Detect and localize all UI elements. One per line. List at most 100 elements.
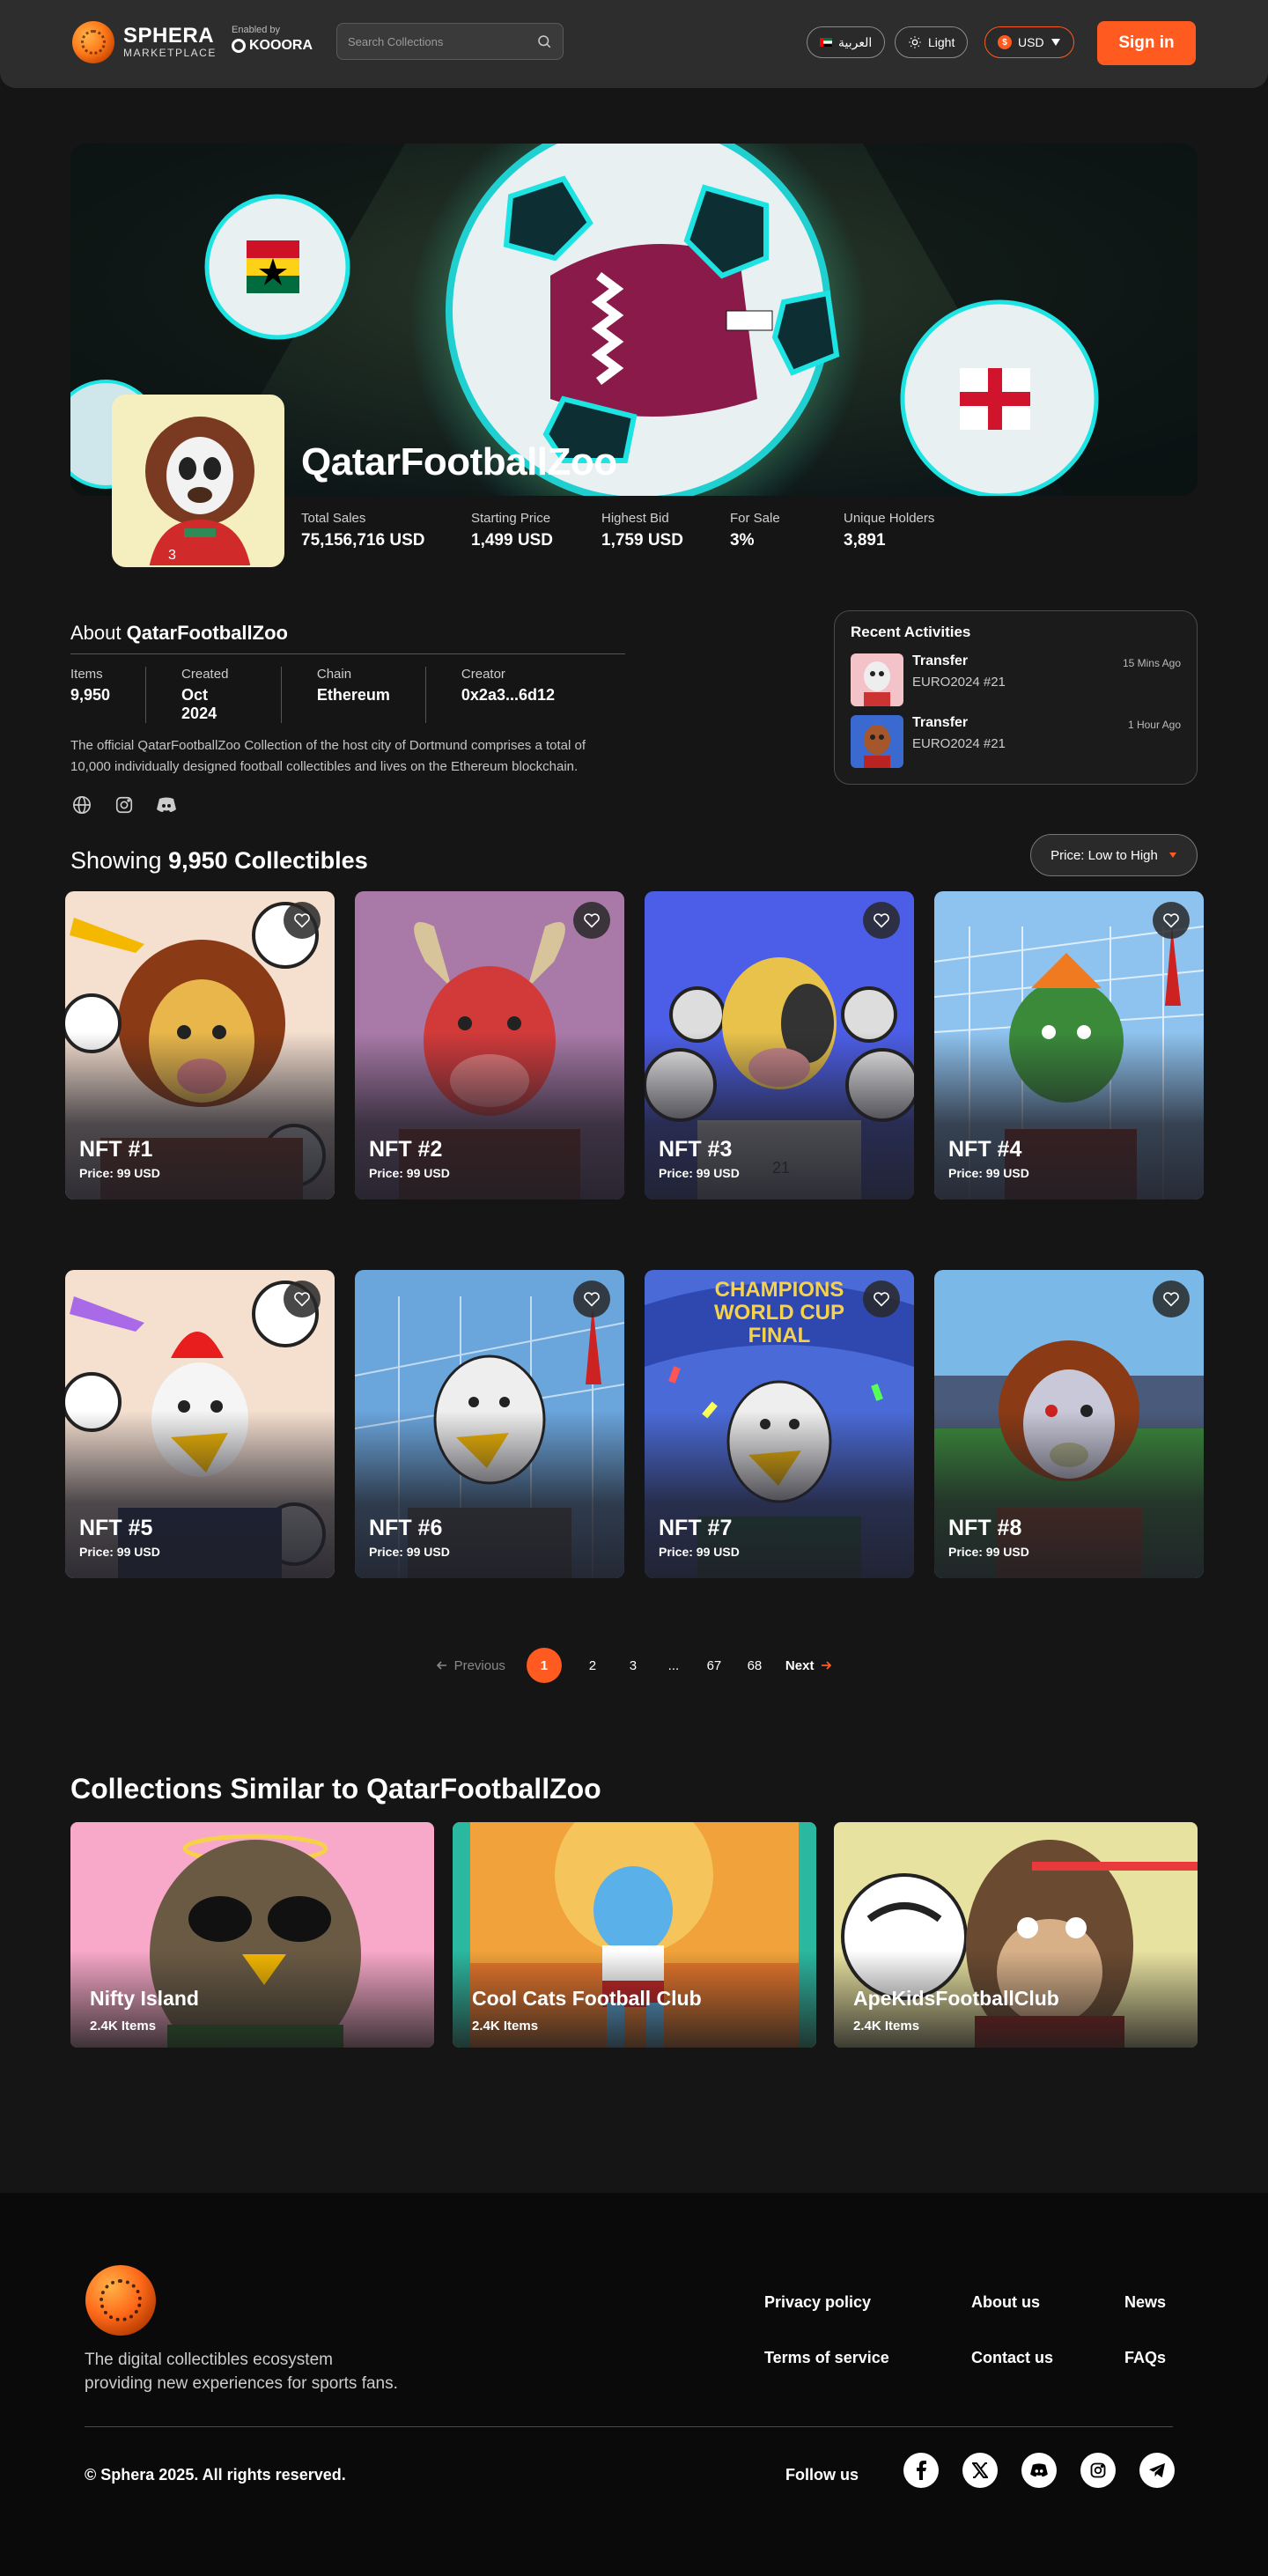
instagram-icon[interactable] [1080,2453,1116,2488]
about-us-link[interactable]: About us [971,2293,1040,2312]
similar-collection-card[interactable]: Nifty Island 2.4K Items [70,1822,434,2048]
collection-title: QatarFootballZoo [301,440,617,483]
nft-price: Price: 99 USD [369,1166,450,1180]
nft-card[interactable]: NFT #2 Price: 99 USD [355,891,624,1199]
similar-collection-card[interactable]: ApeKidsFootballClub 2.4K Items [834,1822,1198,2048]
sign-in-button[interactable]: Sign in [1097,21,1196,65]
activity-thumb [851,653,903,706]
currency-select[interactable]: $ USD [984,26,1074,58]
discord-icon[interactable] [1021,2453,1057,2488]
nft-name: NFT #5 [79,1516,153,1540]
nft-price: Price: 99 USD [948,1166,1029,1180]
sort-dropdown[interactable]: Price: Low to High [1030,834,1198,876]
nft-name: NFT #7 [659,1516,733,1540]
collection-avatar: 3 [112,395,284,567]
globe-icon[interactable] [70,793,93,816]
discord-icon[interactable] [155,793,178,816]
arrow-right-icon [822,1661,832,1670]
stat-value: 1,759 USD [601,531,683,550]
stat-total-sales: Total Sales 75,156,716 USD [301,511,425,550]
similar-collections-title: Collections Similar to QatarFootballZoo [70,1773,601,1805]
nft-card[interactable]: CHAMPIONS WORLD CUP FINAL NFT #7 Price: 99… [645,1270,914,1578]
terms-of-service-link[interactable]: Terms of service [764,2349,889,2367]
next-page-button[interactable]: Next [785,1658,832,1673]
meta-created: Created Oct 2024 [181,667,282,723]
recent-activities-panel: Recent Activities Transfer EURO2024 #21 1… [834,610,1198,785]
nft-name: NFT #2 [369,1137,443,1162]
instagram-icon[interactable] [113,793,136,816]
stat-label: Highest Bid [601,511,669,526]
nft-card[interactable]: NFT #8 Price: 99 USD [934,1270,1204,1578]
activity-item[interactable]: Transfer EURO2024 #21 15 Mins Ago [851,653,1181,706]
collection-name: ApeKidsFootballClub [853,1987,1059,2010]
chevron-down-icon [1168,853,1176,858]
news-link[interactable]: News [1124,2293,1166,2312]
nft-card[interactable]: 21 NFT #3 Price: 99 USD [645,891,914,1199]
sphera-ball-icon [72,21,114,63]
faqs-link[interactable]: FAQs [1124,2349,1166,2367]
stat-value: 3,891 [844,531,886,550]
collection-count: 2.4K Items [853,2019,920,2033]
contact-us-link[interactable]: Contact us [971,2349,1053,2367]
activity-thumb [851,715,903,768]
stat-starting-price: Starting Price 1,499 USD [471,511,553,550]
page-button[interactable]: 2 [583,1658,602,1673]
activity-item-name: EURO2024 #21 [912,675,1006,690]
stat-label: For Sale [730,511,780,526]
favorite-heart-icon[interactable] [863,902,900,939]
search-box[interactable] [336,23,564,60]
page-button[interactable]: 1 [526,1648,562,1683]
page-button[interactable]: 3 [623,1658,643,1673]
nft-price: Price: 99 USD [79,1166,160,1180]
nft-price: Price: 99 USD [659,1166,740,1180]
previous-page-button[interactable]: Previous [436,1658,505,1673]
logo-title: SPHERA [123,24,215,48]
telegram-icon[interactable] [1139,2453,1175,2488]
nft-price: Price: 99 USD [369,1545,450,1559]
about-heading: About QatarFootballZoo [70,622,625,654]
stat-value: 3% [730,531,755,550]
favorite-heart-icon[interactable] [284,1281,321,1318]
nft-card[interactable]: NFT #5 Price: 99 USD [65,1270,335,1578]
pagination: Previous 1 2 3 ... 67 68 Next [0,1648,1268,1683]
sphera-footer-logo-icon[interactable] [85,2265,156,2336]
theme-toggle[interactable]: Light [895,26,969,58]
meta-creator[interactable]: Creator 0x2a3...6d12 [461,667,590,723]
favorite-heart-icon[interactable] [573,902,610,939]
favorite-heart-icon[interactable] [1153,902,1190,939]
nft-card[interactable]: NFT #4 Price: 99 USD [934,891,1204,1199]
follow-us-label: Follow us [785,2466,859,2484]
about-section: About QatarFootballZoo Items 9,950 Create… [70,622,625,816]
sun-icon [909,36,921,48]
nft-price: Price: 99 USD [79,1545,160,1559]
page-button[interactable]: 68 [745,1658,764,1673]
privacy-policy-link[interactable]: Privacy policy [764,2293,871,2312]
art-text-2: WORLD CUP [714,1301,844,1325]
page-ellipsis: ... [667,1657,680,1673]
favorite-heart-icon[interactable] [573,1281,610,1318]
logo-subtitle: MARKETPLACE [123,47,217,59]
activity-item[interactable]: Transfer EURO2024 #21 1 Hour Ago [851,715,1181,768]
language-toggle[interactable]: العربية [807,26,886,58]
search-icon[interactable] [536,33,552,49]
activity-item-name: EURO2024 #21 [912,736,1006,751]
language-label: العربية [838,34,873,49]
kooora-icon [232,39,246,53]
search-input[interactable] [348,34,536,48]
theme-label: Light [928,35,955,49]
x-icon[interactable] [962,2453,998,2488]
facebook-icon[interactable] [903,2453,939,2488]
sphera-logo[interactable]: SPHERA MARKETPLACE [72,21,217,63]
stat-unique-holders: Unique Holders 3,891 [844,511,934,550]
similar-collection-card[interactable]: Cool Cats Football Club 2.4K Items [453,1822,816,2048]
collection-name: Nifty Island [90,1987,199,2010]
favorite-heart-icon[interactable] [863,1281,900,1318]
nft-card[interactable]: NFT #6 Price: 99 USD [355,1270,624,1578]
nft-price: Price: 99 USD [659,1545,740,1559]
enabled-by: Enabled by KOOORA [232,25,313,54]
svg-text:3: 3 [168,548,176,563]
nft-card[interactable]: NFT #1 Price: 99 USD [65,891,335,1199]
page-button[interactable]: 67 [704,1658,724,1673]
favorite-heart-icon[interactable] [1153,1281,1190,1318]
favorite-heart-icon[interactable] [284,902,321,939]
